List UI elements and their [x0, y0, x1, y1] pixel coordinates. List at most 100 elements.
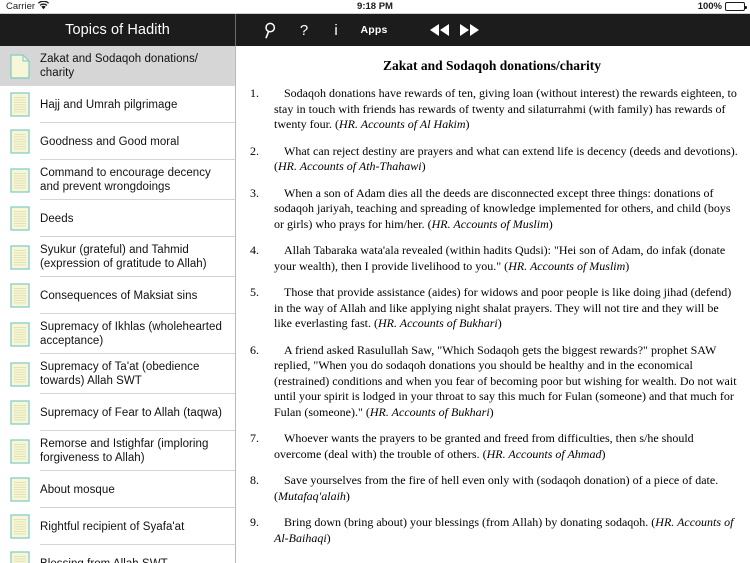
paragraph-text: A friend asked Rasulullah Saw, "Which So… — [274, 343, 738, 421]
document-lined-icon — [0, 551, 40, 563]
sidebar-item-label: Remorse and Istighfar (imploring forgive… — [40, 438, 209, 464]
paragraph: 6. A friend asked Rasulullah Saw, "Which … — [246, 343, 738, 421]
sidebar-item-label: Zakat and Sodaqoh donations/ charity — [40, 53, 199, 79]
paragraph-text: When a son of Adam dies all the deeds ar… — [274, 186, 738, 233]
paragraph-list: 1. Sodaqoh donations have rewards of ten,… — [246, 86, 738, 546]
paragraph: 9. Bring down (bring about) your blessing… — [246, 515, 738, 546]
paragraph-text: What can reject destiny are prayers and … — [274, 144, 738, 175]
sidebar-item-9[interactable]: Supremacy of Fear to Allah (taqwa) — [0, 394, 235, 431]
paragraph: 1. Sodaqoh donations have rewards of ten,… — [246, 86, 738, 133]
main-split: Zakat and Sodaqoh donations/ charity Hajj… — [0, 46, 750, 563]
paragraph-number: 5. — [250, 285, 259, 299]
sidebar-item-12[interactable]: Rightful recipient of Syafa'at — [0, 508, 235, 545]
paragraph-number: 3. — [250, 185, 259, 200]
paragraph-body: Allah Tabaraka wata'ala revealed (within… — [274, 243, 726, 273]
paragraph-number: 7. — [250, 431, 259, 445]
paragraph: 2. What can reject destiny are prayers an… — [246, 144, 738, 175]
paragraph-source: HR. Accounts of Bukhari — [377, 316, 498, 330]
paragraph-tail: ) — [345, 488, 350, 503]
navbar: Topics of Hadith ? i Apps — [0, 14, 750, 46]
sidebar-item-13[interactable]: Blessing from Allah SWT — [0, 545, 235, 563]
sidebar-topic-list[interactable]: Zakat and Sodaqoh donations/ charity Hajj… — [0, 46, 236, 563]
help-icon-label: ? — [299, 21, 309, 39]
paragraph-text: Whoever wants the prayers to be granted … — [274, 431, 738, 462]
document-page-icon — [0, 53, 40, 79]
paragraph: 4. Allah Tabaraka wata'ala revealed (with… — [246, 243, 738, 274]
paragraph-body: A friend asked Rasulullah Saw, "Which So… — [274, 342, 737, 419]
paragraph-tail: ) — [548, 216, 553, 231]
next-icon[interactable] — [454, 14, 484, 46]
sidebar-item-4[interactable]: Deeds — [0, 200, 235, 237]
paragraph-source: HR. Accounts of Muslim — [431, 216, 549, 231]
sidebar-item-label: Syukur (grateful) and Tahmid (expression… — [40, 244, 207, 270]
paragraph-text: Save yourselves from the fire of hell ev… — [274, 473, 738, 504]
document-lined-icon — [0, 244, 40, 270]
sidebar-item-label: Supremacy of Ikhlas (wholehearted accept… — [40, 321, 222, 347]
previous-icon[interactable] — [424, 14, 454, 46]
page-title: Topics of Hadith — [65, 22, 170, 38]
document-lined-icon — [0, 514, 40, 539]
search-icon[interactable] — [254, 14, 288, 46]
paragraph-number: 1. — [250, 86, 259, 100]
paragraph-tail: ) — [421, 159, 426, 173]
status-time: 9:18 PM — [357, 1, 393, 12]
paragraph-number: 6. — [250, 342, 259, 357]
sidebar-item-2[interactable]: Goodness and Good moral — [0, 123, 235, 160]
sidebar-item-label: Rightful recipient of Syafa'at — [40, 520, 185, 533]
paragraph-source: Mutafaq'alaih — [278, 488, 346, 503]
paragraph-source: HR. Accounts of Ahmad — [486, 446, 602, 461]
sidebar-item-label: About mosque — [40, 483, 115, 496]
sidebar-item-3[interactable]: Command to encourage decency and prevent… — [0, 160, 235, 200]
paragraph: 3. When a son of Adam dies all the deeds … — [246, 186, 738, 233]
document-lined-icon — [0, 438, 40, 464]
document-lined-icon — [0, 400, 40, 425]
sidebar-item-1[interactable]: Hajj and Umrah pilgrimage — [0, 86, 235, 123]
sidebar-item-10[interactable]: Remorse and Istighfar (imploring forgive… — [0, 431, 235, 471]
sidebar-item-label: Hajj and Umrah pilgrimage — [40, 98, 178, 111]
paragraph-body: Those that provide assistance (aides) fo… — [274, 285, 732, 330]
apps-button-label: Apps — [360, 24, 388, 36]
sidebar-item-label: Supremacy of Fear to Allah (taqwa) — [40, 406, 222, 419]
sidebar-item-11[interactable]: About mosque — [0, 471, 235, 508]
paragraph-tail: ) — [489, 404, 494, 419]
paragraph-number: 8. — [250, 473, 259, 487]
sidebar-item-label: Command to encourage decency and prevent… — [40, 167, 211, 193]
paragraph-number: 4. — [250, 243, 259, 257]
document-title: Zakat and Sodaqoh donations/charity — [383, 58, 601, 73]
sidebar-item-6[interactable]: Consequences of Maksiat sins — [0, 277, 235, 314]
paragraph-text: Those that provide assistance (aides) fo… — [274, 285, 738, 332]
paragraph-text: Allah Tabaraka wata'ala revealed (within… — [274, 243, 738, 274]
document-lined-icon — [0, 92, 40, 117]
sidebar-item-8[interactable]: Supremacy of Ta'at (obedience towards) A… — [0, 354, 235, 394]
paragraph: 5. Those that provide assistance (aides) … — [246, 285, 738, 332]
paragraph-number: 9. — [250, 515, 259, 529]
paragraph-text: Sodaqoh donations have rewards of ten, g… — [274, 86, 738, 133]
document-lined-icon — [0, 129, 40, 154]
apps-button[interactable]: Apps — [352, 14, 396, 46]
sidebar-item-label: Deeds — [40, 212, 74, 225]
document-lined-icon — [0, 206, 40, 231]
sidebar-item-7[interactable]: Supremacy of Ikhlas (wholehearted accept… — [0, 314, 235, 354]
navbar-title-area: Topics of Hadith — [0, 14, 236, 46]
sidebar-item-label: Goodness and Good moral — [40, 135, 180, 148]
status-bar: Carrier 9:18 PM 100% — [0, 0, 750, 14]
paragraph: 8. Save yourselves from the fire of hell … — [246, 473, 738, 504]
sidebar-item-0[interactable]: Zakat and Sodaqoh donations/ charity — [0, 46, 235, 86]
toolbar: ? i Apps — [236, 14, 750, 46]
paragraph-source: HR. Accounts of Ath-Thahawi — [278, 159, 422, 173]
sidebar-item-label: Supremacy of Ta'at (obedience towards) A… — [40, 361, 200, 387]
sidebar-item-5[interactable]: Syukur (grateful) and Tahmid (expression… — [0, 237, 235, 277]
document-lined-icon — [0, 283, 40, 308]
paragraph-tail: ) — [625, 258, 630, 273]
content-pane: Zakat and Sodaqoh donations/charity 1. So… — [236, 46, 750, 563]
sidebar-item-label: Blessing from Allah SWT — [40, 551, 235, 563]
info-icon[interactable]: i — [320, 14, 352, 46]
paragraph-body: Bring down (bring about) your blessings … — [284, 515, 656, 529]
paragraph-tail: ) — [601, 446, 606, 461]
info-icon-label: i — [334, 21, 338, 39]
document-lined-icon — [0, 477, 40, 502]
paragraph-tail: ) — [497, 316, 502, 330]
sidebar-item-label: Consequences of Maksiat sins — [40, 289, 198, 302]
document-lined-icon — [0, 361, 40, 387]
help-icon[interactable]: ? — [288, 14, 320, 46]
